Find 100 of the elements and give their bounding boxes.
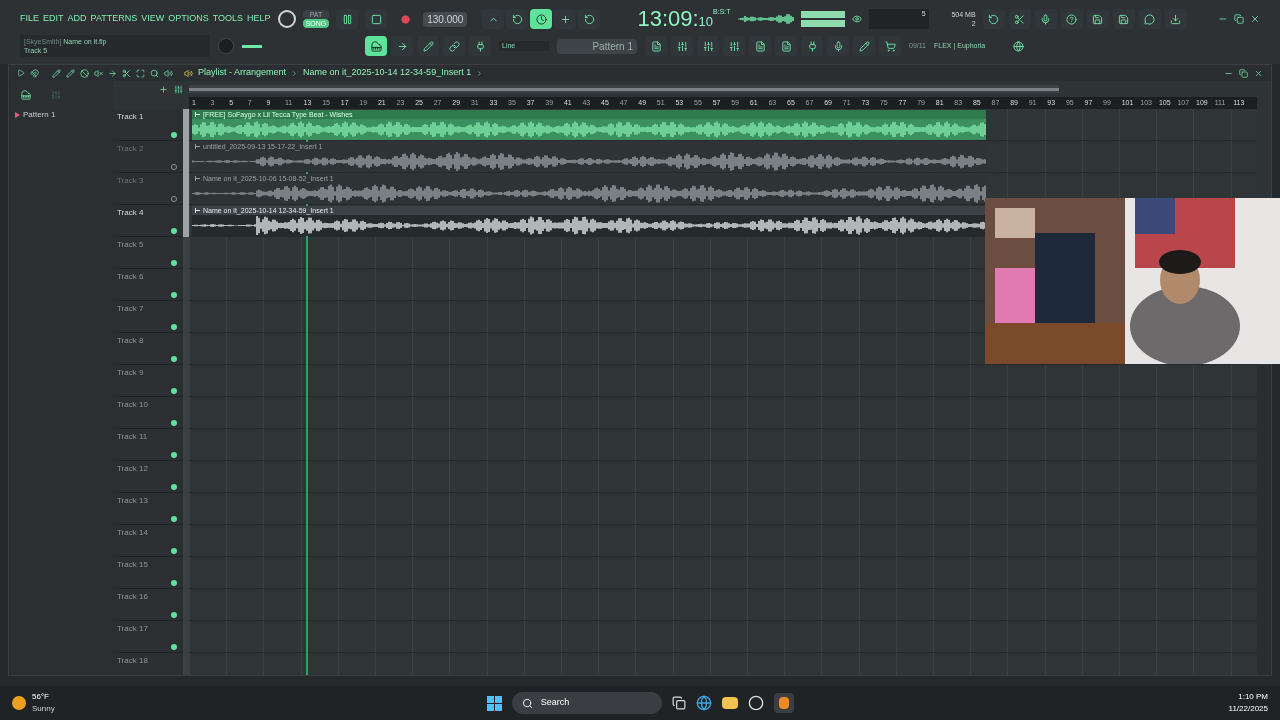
step-sequencer-button[interactable] bbox=[671, 36, 693, 56]
menu-item[interactable]: ADD bbox=[67, 12, 87, 26]
mute-indicator[interactable] bbox=[171, 452, 177, 458]
folder-icon[interactable] bbox=[721, 697, 738, 709]
mute-indicator[interactable] bbox=[171, 228, 177, 234]
track-header[interactable]: Track 6 bbox=[113, 269, 183, 301]
start-icon[interactable] bbox=[486, 695, 502, 711]
mute-indicator[interactable] bbox=[171, 516, 177, 522]
mute-indicator[interactable] bbox=[171, 292, 177, 298]
export-button[interactable] bbox=[1112, 9, 1135, 29]
track-header[interactable]: Track 1 bbox=[113, 109, 183, 141]
track-header[interactable]: Track 12 bbox=[113, 461, 183, 493]
menu-item[interactable]: EDIT bbox=[43, 12, 64, 26]
menu-item[interactable]: OPTIONS bbox=[168, 12, 209, 26]
plugin-button[interactable] bbox=[801, 36, 823, 56]
track-header[interactable]: Track 15 bbox=[113, 557, 183, 589]
pencil-icon[interactable] bbox=[52, 68, 61, 78]
tempo-display[interactable]: 130.000 bbox=[423, 11, 468, 27]
save-button[interactable] bbox=[1086, 9, 1109, 29]
arrow-icon[interactable] bbox=[108, 68, 117, 78]
track-header[interactable]: Track 10 bbox=[113, 397, 183, 429]
scissors-icon[interactable] bbox=[122, 68, 131, 78]
fl-studio-icon[interactable] bbox=[773, 693, 794, 713]
delete-icon[interactable] bbox=[80, 68, 89, 78]
brush-button[interactable] bbox=[853, 36, 875, 56]
restore-icon[interactable] bbox=[1234, 14, 1244, 24]
track-header[interactable]: Track 4 bbox=[113, 205, 183, 237]
track-header[interactable]: Track 7 bbox=[113, 301, 183, 333]
browser-button[interactable] bbox=[749, 36, 771, 56]
mute-indicator[interactable] bbox=[171, 324, 177, 330]
track-header[interactable]: Track 17 bbox=[113, 621, 183, 653]
arrow-button[interactable] bbox=[391, 36, 413, 56]
playlist-button[interactable] bbox=[645, 36, 667, 56]
download-button[interactable] bbox=[1164, 9, 1187, 29]
track-header[interactable]: Track 18 bbox=[113, 653, 183, 675]
stop-button[interactable] bbox=[365, 9, 388, 29]
record-mode-button[interactable] bbox=[506, 9, 529, 29]
pattern-item[interactable]: Pattern 1 bbox=[23, 109, 56, 121]
mute-indicator[interactable] bbox=[171, 548, 177, 554]
mute-indicator[interactable] bbox=[171, 132, 177, 138]
task-view-icon[interactable] bbox=[671, 696, 686, 710]
sun-icon[interactable] bbox=[12, 696, 26, 710]
menu-item[interactable]: FILE bbox=[20, 12, 39, 26]
piano-roll-button[interactable] bbox=[365, 36, 387, 56]
browser-icon[interactable] bbox=[695, 695, 712, 711]
vertical-scrollbar[interactable] bbox=[1257, 365, 1271, 675]
track-header[interactable]: Track 5 bbox=[113, 237, 183, 269]
menu-item[interactable]: PATTERNS bbox=[90, 12, 138, 26]
link-button[interactable] bbox=[443, 36, 465, 56]
pause-button[interactable] bbox=[336, 9, 359, 29]
restore-icon[interactable] bbox=[1239, 68, 1248, 78]
close-icon[interactable] bbox=[1254, 68, 1263, 78]
search-field[interactable]: Search bbox=[511, 692, 662, 714]
mixer-button[interactable] bbox=[723, 36, 745, 56]
piano-icon[interactable] bbox=[21, 90, 31, 100]
cut-button[interactable] bbox=[1008, 9, 1031, 29]
add-icon[interactable] bbox=[159, 84, 168, 94]
volume-knob[interactable] bbox=[277, 10, 296, 28]
microphone-button[interactable] bbox=[1034, 9, 1057, 29]
track-header[interactable]: Track 11 bbox=[113, 429, 183, 461]
track-header[interactable]: Track 14 bbox=[113, 525, 183, 557]
step-edit-button[interactable] bbox=[554, 9, 577, 29]
pencil-button[interactable] bbox=[417, 36, 439, 56]
cart-button[interactable] bbox=[879, 36, 901, 56]
stamp-button[interactable] bbox=[469, 36, 491, 56]
clip-menu-icon[interactable] bbox=[195, 144, 200, 149]
mute-indicator[interactable] bbox=[171, 484, 177, 490]
close-icon[interactable] bbox=[1250, 14, 1260, 24]
magnet-icon[interactable] bbox=[30, 68, 39, 78]
menu-item[interactable]: HELP bbox=[247, 12, 271, 26]
track-header[interactable]: Track 13 bbox=[113, 493, 183, 525]
mute-indicator[interactable] bbox=[171, 388, 177, 394]
track-header[interactable]: Track 9 bbox=[113, 365, 183, 397]
mute-indicator[interactable] bbox=[171, 644, 177, 650]
chat-button[interactable] bbox=[1138, 9, 1161, 29]
clip-menu-icon[interactable] bbox=[195, 176, 200, 181]
sliders-icon[interactable] bbox=[51, 90, 61, 100]
eye-icon[interactable] bbox=[851, 14, 862, 24]
mute-indicator[interactable] bbox=[171, 420, 177, 426]
speaker-icon[interactable] bbox=[164, 68, 173, 78]
mute-indicator[interactable] bbox=[171, 612, 177, 618]
help-button[interactable] bbox=[1060, 9, 1083, 29]
select-icon[interactable] bbox=[136, 68, 145, 78]
mute-icon[interactable] bbox=[94, 68, 103, 78]
project-button[interactable] bbox=[775, 36, 797, 56]
play-icon[interactable] bbox=[17, 69, 25, 77]
loop-record-button[interactable] bbox=[578, 9, 601, 29]
track-header[interactable]: Track 16 bbox=[113, 589, 183, 621]
tuner-button[interactable] bbox=[827, 36, 849, 56]
pattern-selector[interactable]: Pattern 1 bbox=[557, 38, 637, 54]
app-icon[interactable] bbox=[747, 695, 764, 711]
channel-rack-button[interactable] bbox=[697, 36, 719, 56]
mute-indicator[interactable] bbox=[171, 260, 177, 266]
globe-icon[interactable] bbox=[1013, 40, 1025, 52]
pencil-icon[interactable] bbox=[66, 68, 75, 78]
speaker-icon[interactable] bbox=[184, 68, 193, 78]
zoom-icon[interactable] bbox=[150, 68, 159, 78]
mute-indicator[interactable] bbox=[171, 356, 177, 362]
scroll-overview[interactable] bbox=[189, 85, 1059, 93]
track-header[interactable]: Track 8 bbox=[113, 333, 183, 365]
